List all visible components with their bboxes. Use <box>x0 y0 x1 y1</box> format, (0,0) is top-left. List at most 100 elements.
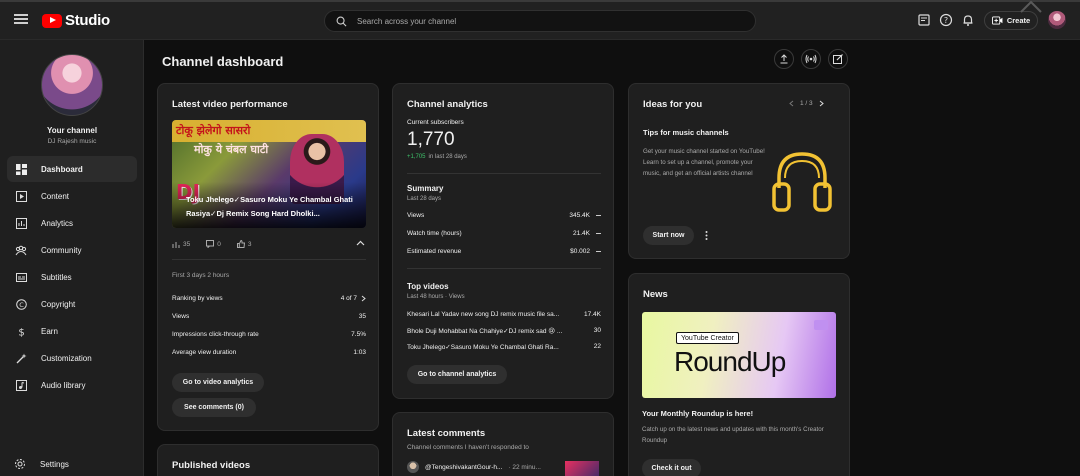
ideas-pager: 1 / 3 <box>789 100 824 107</box>
top-video-views: 22 <box>593 343 601 350</box>
summary-label: Estimated revenue <box>407 248 462 255</box>
your-channel-label[interactable]: Your channel <box>0 126 144 135</box>
create-video-icon <box>991 16 1003 25</box>
earn-icon: $ <box>15 325 27 337</box>
top-video-title: Bhole Duji Mohabbat Na Chahiye✓DJ remix … <box>407 328 563 335</box>
top-video-row[interactable]: Khesari Lal Yadav new song DJ remix musi… <box>407 311 601 318</box>
top-edge-line <box>0 0 1080 2</box>
summary-value: $0.002 <box>570 248 590 255</box>
sidebar: Your channel DJ Rajesh music Dashboard C… <box>0 40 144 476</box>
copyright-icon: C <box>15 298 27 310</box>
video-badge-icon <box>814 320 828 330</box>
sidebar-item-copyright[interactable]: C Copyright <box>7 291 137 317</box>
svg-text:$: $ <box>18 327 24 337</box>
create-post-button[interactable] <box>828 49 848 69</box>
card-heading: Latest video performance <box>172 99 288 110</box>
gear-icon <box>15 459 25 469</box>
search-input[interactable] <box>357 14 737 28</box>
top-video-row[interactable]: Toku Jhelego✓Sasuro Moku Ye Chambal Ghat… <box>407 343 601 351</box>
dashboard-icon <box>15 163 27 175</box>
collapse-chevron-icon[interactable] <box>356 240 365 246</box>
sidebar-item-label: Community <box>41 245 82 255</box>
studio-logo[interactable]: Studio <box>42 12 110 29</box>
search-icon <box>336 16 347 27</box>
search-box[interactable] <box>324 10 756 32</box>
summary-label: Watch time (hours) <box>407 230 462 237</box>
comment-video-thumbnail[interactable] <box>565 461 599 476</box>
comment-row[interactable]: @TengeshivakantGour-h... · 22 minu... <box>407 461 541 473</box>
top-videos-heading: Top videos <box>407 282 449 291</box>
dash-icon <box>596 215 601 216</box>
help-icon[interactable]: ? <box>939 13 953 27</box>
top-video-row[interactable]: Bhole Duji Mohabbat Na Chahiye✓DJ remix … <box>407 327 601 335</box>
sidebar-item-audio-library[interactable]: Audio library <box>7 372 137 398</box>
go-to-channel-analytics-button[interactable]: Go to channel analytics <box>407 365 507 384</box>
roundup-title: RoundUp <box>674 346 786 377</box>
metric-label: Ranking by views <box>172 295 223 302</box>
top-video-title: Khesari Lal Yadav new song DJ remix musi… <box>407 311 560 318</box>
roundup-banner[interactable]: YouTube Creator RoundUp <box>642 312 836 398</box>
notifications-bell-icon[interactable] <box>961 13 975 27</box>
go-live-button[interactable] <box>801 49 821 69</box>
sidebar-item-community[interactable]: Community <box>7 237 137 263</box>
roundup-tag: YouTube Creator <box>676 332 739 344</box>
latest-video-card: Latest video performance टोकू झेलेगो सास… <box>157 83 379 431</box>
metric-label: Impressions click-through rate <box>172 331 259 338</box>
start-now-button[interactable]: Start now <box>643 226 694 245</box>
sidebar-item-label: Customization <box>41 353 92 363</box>
news-headline: Your Monthly Roundup is here! <box>642 409 754 418</box>
sidebar-item-settings[interactable]: Settings <box>14 458 69 470</box>
card-heading: Channel analytics <box>407 99 488 110</box>
video-title[interactable]: Toku Jhelego✓Sasuro Moku Ye Chambal Ghat… <box>186 193 362 221</box>
sidebar-item-earn[interactable]: $ Earn <box>7 318 137 344</box>
video-stats: 35 0 3 <box>172 240 251 248</box>
community-icon <box>15 244 27 256</box>
chevron-right-icon <box>361 295 366 302</box>
sidebar-item-customization[interactable]: Customization <box>7 345 137 371</box>
tip-body: Get your music channel started on YouTub… <box>643 148 765 177</box>
pager-text: 1 / 3 <box>800 100 813 107</box>
subscribers-change-value: +1,705 <box>407 154 426 160</box>
divider <box>172 259 366 260</box>
sidebar-item-label: Analytics <box>41 218 74 228</box>
see-comments-button[interactable]: See comments (0) <box>172 398 256 417</box>
customization-icon <box>15 352 27 364</box>
headphones-icon <box>772 152 832 212</box>
summary-row: Estimated revenue $0.002 <box>407 248 601 255</box>
top-bar: Studio ? Create <box>0 0 1080 40</box>
chevron-right-icon[interactable] <box>819 100 824 107</box>
comments-stat: 0 <box>206 240 221 248</box>
summary-period: Last 28 days <box>407 196 442 202</box>
video-thumbnail[interactable]: टोकू झेलेगो सासरो मोकु ये चंबल घाटी DJ T… <box>172 120 366 228</box>
thumbs-up-icon <box>236 240 245 248</box>
more-vert-icon[interactable] <box>705 231 708 240</box>
views-stat: 35 <box>172 241 190 248</box>
live-broadcast-icon <box>805 54 817 64</box>
check-it-out-button[interactable]: Check it out <box>642 459 701 476</box>
edit-icon <box>833 54 843 64</box>
upload-button[interactable] <box>774 49 794 69</box>
svg-text:C: C <box>19 301 24 309</box>
go-to-video-analytics-button[interactable]: Go to video analytics <box>172 373 264 392</box>
upload-icon <box>780 54 788 64</box>
metric-row[interactable]: Ranking by views 4 of 7 <box>172 295 366 302</box>
channel-avatar[interactable] <box>41 54 103 116</box>
sidebar-item-analytics[interactable]: Analytics <box>7 210 137 236</box>
top-video-title: Toku Jhelego✓Sasuro Moku Ye Chambal Ghat… <box>407 344 559 351</box>
content-icon <box>15 190 27 202</box>
sidebar-item-subtitles[interactable]: Subtitles <box>7 264 137 290</box>
sidebar-item-content[interactable]: Content <box>7 183 137 209</box>
sidebar-item-label: Audio library <box>41 380 86 390</box>
menu-icon[interactable] <box>14 14 28 24</box>
captions-feedback-icon[interactable] <box>917 13 931 27</box>
published-videos-card: Published videos <box>157 444 379 476</box>
tip-title: Tips for music channels <box>643 128 729 137</box>
sidebar-item-dashboard[interactable]: Dashboard <box>7 156 137 182</box>
logo-text: Studio <box>65 12 110 29</box>
chevron-left-icon[interactable] <box>789 100 794 107</box>
top-video-views: 17.4K <box>584 311 601 318</box>
subtitles-icon <box>15 271 27 283</box>
dash-icon <box>596 251 601 252</box>
likes-stat: 3 <box>236 240 251 248</box>
account-avatar[interactable] <box>1048 11 1066 29</box>
